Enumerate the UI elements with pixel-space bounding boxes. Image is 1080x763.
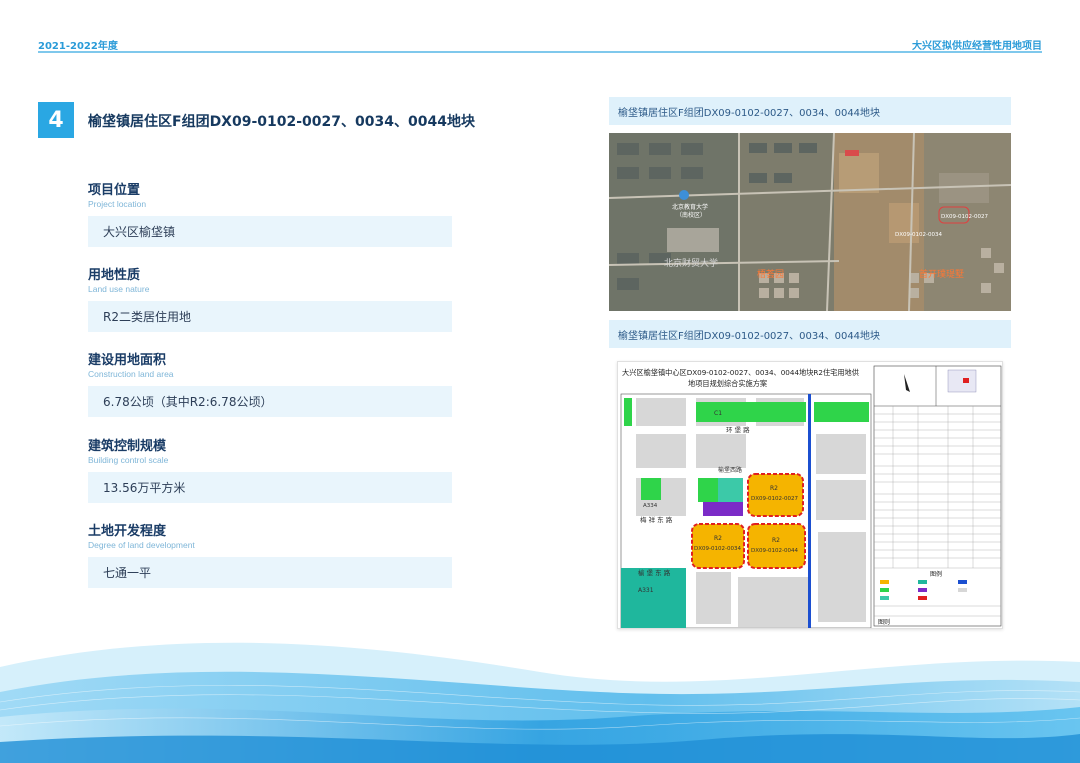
plan-label-r2-b: R2 — [714, 535, 722, 542]
satellite-label-school-sub: （南校区） — [676, 211, 706, 219]
field-building-scale: 建筑控制规模 Building control scale 13.56万平方米 — [88, 435, 452, 503]
satellite-label-garden: 梧荟园 — [757, 268, 784, 280]
satellite-image: 北京教育大学 （南校区） 北京财贸大学 梧荟园 首开璞瑅墅 DX09-0102-… — [609, 133, 1011, 311]
planning-plan-image: 大兴区榆垡镇中心区DX09-0102-0027、0034、0044地块R2住宅用… — [617, 361, 1003, 629]
plan-caption: 榆垡镇居住区F组团DX09-0102-0027、0034、0044地块 — [609, 320, 1011, 348]
field-sub-label: Project location — [88, 199, 147, 209]
field-label: 建设用地面积 — [88, 353, 167, 368]
field-value: 6.78公顷（其中R2:6.78公顷） — [88, 386, 452, 417]
decorative-waves — [0, 622, 1080, 763]
field-label: 建筑控制规模 — [88, 439, 167, 454]
plan-road-4: 榆堡西路 — [718, 466, 742, 474]
field-value: 大兴区榆垡镇 — [88, 216, 452, 247]
header-divider — [38, 51, 1042, 53]
field-label: 用地性质 — [88, 268, 141, 283]
satellite-label-residence: 首开璞瑅墅 — [919, 268, 964, 280]
field-value: R2二类居住用地 — [88, 301, 452, 332]
satellite-label-college: 北京财贸大学 — [664, 257, 718, 269]
field-land-use: 用地性质 Land use nature R2二类居住用地 — [88, 264, 452, 332]
field-land-area: 建设用地面积 Construction land area 6.78公顷（其中R… — [88, 349, 452, 417]
plan-label-r2-c: R2 — [772, 537, 780, 544]
field-development-degree: 土地开发程度 Degree of land development 七通一平 — [88, 520, 452, 588]
section-title: 榆垡镇居住区F组团DX09-0102-0027、0034、0044地块 — [88, 114, 475, 130]
plan-label-a331: A331 — [638, 587, 654, 594]
satellite-plot-0027: DX09-0102-0027 — [941, 214, 988, 220]
field-value: 13.56万平方米 — [88, 472, 452, 503]
field-value: 七通一平 — [88, 557, 452, 588]
plan-road-2: 梅 祥 东 路 — [640, 515, 673, 524]
satellite-plot-0034: DX09-0102-0034 — [895, 232, 942, 238]
plan-label-a334: A334 — [643, 503, 658, 509]
header-year: 2021-2022年度 — [38, 41, 118, 52]
field-sub-label: Building control scale — [88, 455, 169, 465]
plan-plot-0034: DX09-0102-0034 — [694, 546, 741, 552]
satellite-caption: 榆垡镇居住区F组团DX09-0102-0027、0034、0044地块 — [609, 97, 1011, 125]
plan-label-r2-a: R2 — [770, 485, 778, 492]
satellite-label-school: 北京教育大学 — [672, 203, 708, 211]
field-sub-label: Construction land area — [88, 369, 174, 379]
plan-road-1: 环 堡 路 — [726, 425, 750, 434]
field-label: 土地开发程度 — [88, 524, 167, 539]
field-label: 项目位置 — [88, 183, 141, 198]
plan-legend-title: 图例 — [930, 570, 942, 578]
plan-title-line2: 地项目规划综合实施方案 — [688, 379, 767, 388]
field-sub-label: Degree of land development — [88, 540, 195, 550]
plan-road-3: 榆 堡 东 路 — [638, 568, 671, 577]
plan-plot-0044: DX09-0102-0044 — [751, 548, 798, 554]
plan-plot-0027: DX09-0102-0027 — [751, 496, 798, 502]
plan-title-line1: 大兴区榆垡镇中心区DX09-0102-0027、0034、0044地块R2住宅用… — [622, 368, 859, 377]
section-number-badge: 4 — [38, 102, 74, 138]
field-sub-label: Land use nature — [88, 284, 150, 294]
header-project: 大兴区拟供应经营性用地项目 — [912, 41, 1042, 52]
field-location: 项目位置 Project location 大兴区榆垡镇 — [88, 179, 452, 247]
plan-label-c1: C1 — [714, 410, 722, 417]
